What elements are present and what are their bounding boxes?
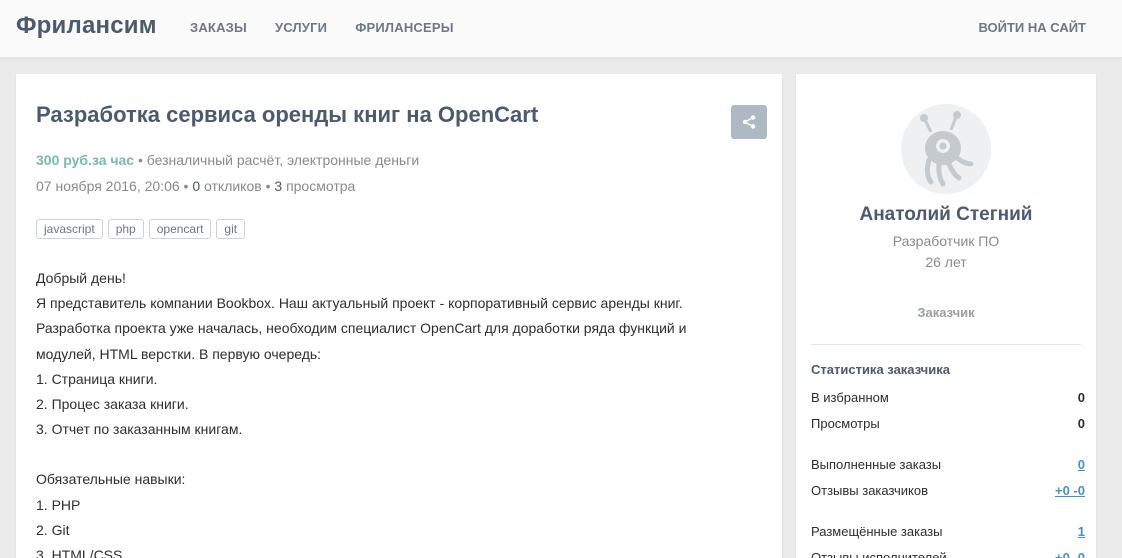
stat-label: Отзывы исполнителей [811,550,947,558]
tag-git[interactable]: git [216,219,246,239]
project-date: 07 ноября 2016, 20:06 • [36,178,189,194]
customer-name[interactable]: Анатолий Стегний [796,204,1096,226]
project-rate: 300 руб.за час [36,152,135,168]
customer-age: 26 лет [925,254,967,270]
main-nav: ЗАКАЗЫ УСЛУГИ ФРИЛАНСЕРЫ [190,20,482,35]
responses-label: откликов • [204,178,271,194]
nav-orders[interactable]: ЗАКАЗЫ [190,20,247,35]
customer-role: Разработчик ПО [892,233,1000,249]
project-card: Разработка сервиса оренды книг на OpenCa… [16,74,782,558]
stat-row-executor-reviews: Отзывы исполнителей +0 -0 [811,550,1085,558]
project-price-line: 300 руб.за час • безналичный расчёт, эле… [36,152,419,168]
site-logo[interactable]: Фрилансим [16,12,157,40]
customer-badge: Заказчик [917,305,975,320]
share-button[interactable] [731,105,767,139]
stat-label: Отзывы заказчиков [811,483,929,498]
project-meta-line: 07 ноября 2016, 20:06 • 0 откликов • 3 п… [36,178,355,194]
description-line: Разработка проекта уже началась, необход… [36,320,687,337]
avatar[interactable] [901,104,991,194]
description-line: 2. Процес заказа книги. [36,396,189,413]
description-line: Добрый день! [36,270,126,286]
project-description: Добрый день! Я представитель компании Bo… [36,266,736,558]
nav-services[interactable]: УСЛУГИ [275,20,327,35]
stat-value-link[interactable]: +0 -0 [1055,483,1085,498]
project-payment-methods: • безналичный расчёт, электронные деньги [137,152,420,168]
nav-freelancers[interactable]: ФРИЛАНСЕРЫ [355,20,453,35]
skill-tags: javascript php opencart git [36,219,250,239]
project-title: Разработка сервиса оренды книг на OpenCa… [36,102,539,127]
stat-row-favorites: В избранном 0 [811,390,1085,405]
description-line: Я представитель компании Bookbox. Наш ак… [36,295,683,312]
responses-count: 0 [192,178,201,194]
octopus-robot-avatar-icon [901,104,991,194]
description-line: модулей, HTML верстки. В первую очередь: [36,345,322,362]
description-line: 3. HTML/CSS [36,547,123,558]
customer-card: Анатолий Стегний Разработчик ПО 26 лет З… [796,74,1096,558]
stat-value-link[interactable]: 0 [1078,457,1085,472]
customer-stats-title: Статистика заказчика [811,362,950,377]
tag-php[interactable]: php [107,219,144,239]
description-line: 1. PHP [36,496,81,513]
stat-row-completed-orders: Выполненные заказы 0 [811,457,1085,472]
stat-value-link[interactable]: +0 -0 [1055,550,1085,558]
views-label: просмотра [286,178,356,194]
stat-value: 0 [1077,416,1085,431]
stat-label: Просмотры [811,416,880,431]
divider [811,344,1081,345]
stat-value-link[interactable]: 1 [1078,524,1085,539]
stat-row-views: Просмотры 0 [811,416,1085,431]
description-line: 1. Страница книги. [36,370,158,387]
stat-value: 0 [1077,390,1085,405]
login-link[interactable]: ВОЙТИ НА САЙТ [978,20,1086,35]
stat-row-posted-orders: Размещённые заказы 1 [811,524,1085,539]
tag-opencart[interactable]: opencart [148,219,212,239]
stat-label: В избранном [811,390,889,405]
description-line: 2. Git [36,521,70,538]
stat-label: Выполненные заказы [811,457,942,472]
stat-row-customer-reviews: Отзывы заказчиков +0 -0 [811,483,1085,498]
tag-javascript[interactable]: javascript [36,219,103,239]
top-navbar: Фрилансим ЗАКАЗЫ УСЛУГИ ФРИЛАНСЕРЫ ВОЙТИ… [0,0,1122,58]
description-line: Обязательные навыки: [36,471,186,488]
stat-label: Размещённые заказы [811,524,943,539]
description-line: 3. Отчет по заказанным книгам. [36,421,243,438]
views-count: 3 [274,178,283,194]
share-icon [742,115,756,129]
